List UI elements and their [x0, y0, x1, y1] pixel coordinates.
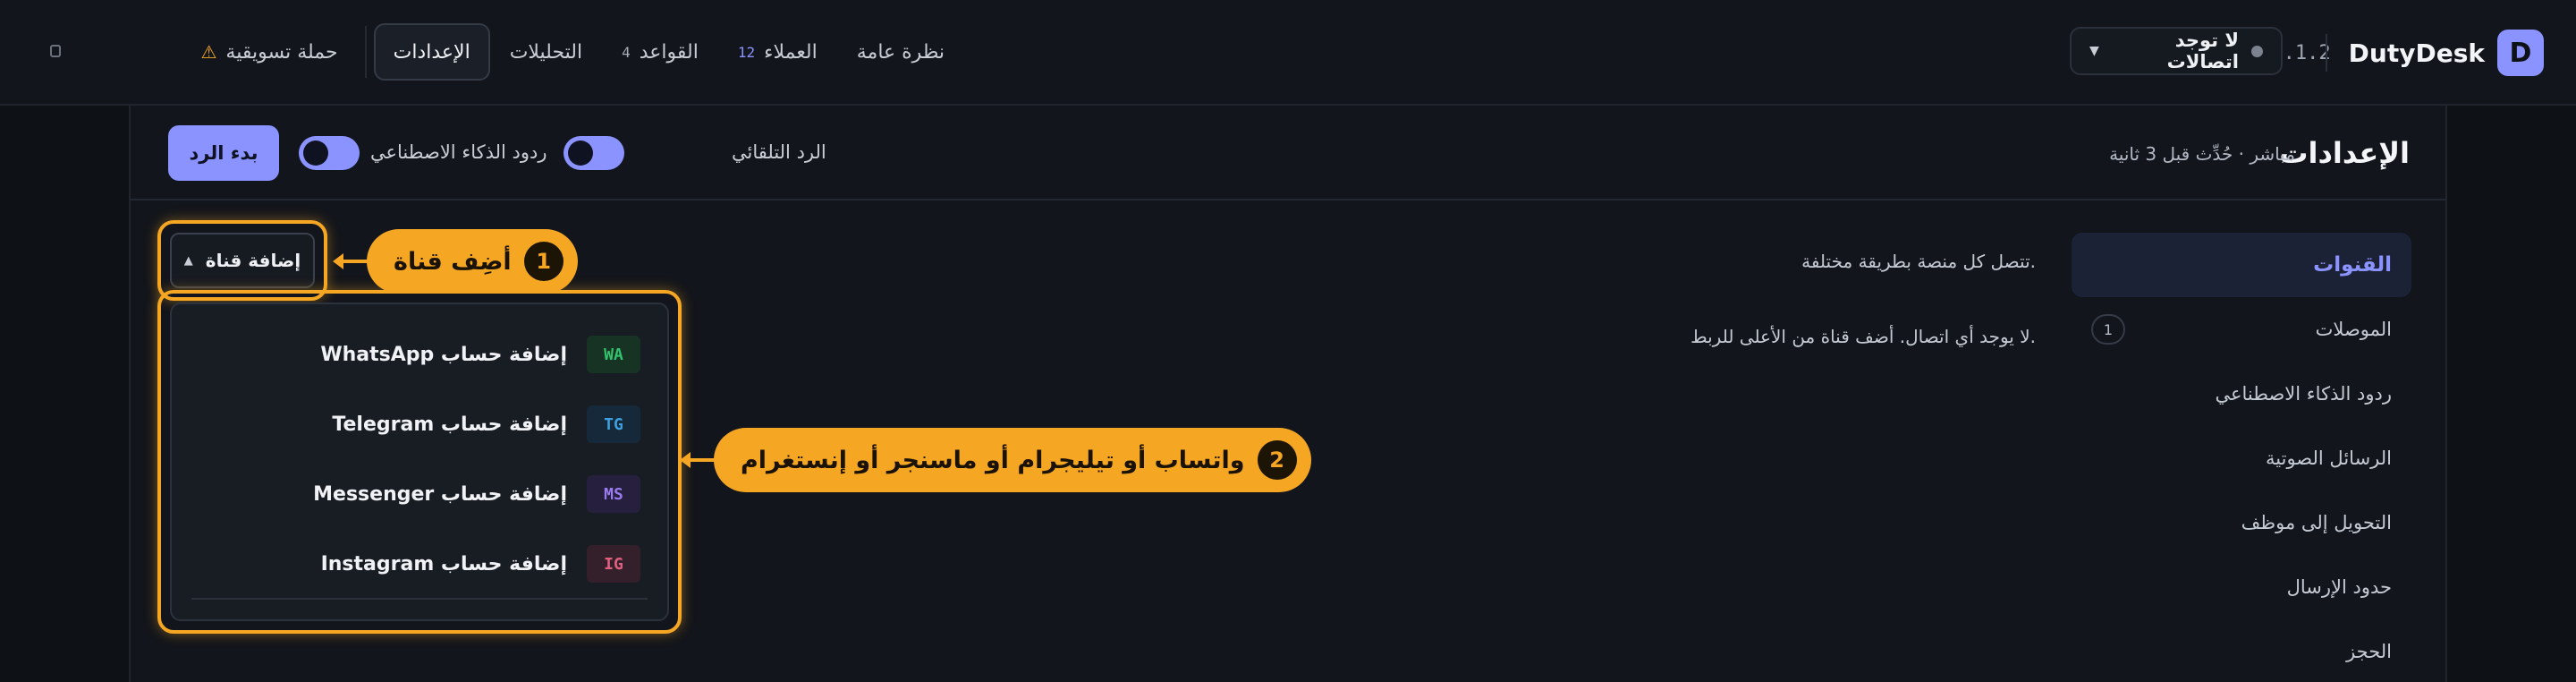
brand[interactable]: 0.1.2 DutyDesk D — [2271, 29, 2544, 77]
dropdown-highlight: WA إضافة حساب WhatsApp TG إضافة حساب Tel… — [157, 290, 682, 634]
menu-item-whatsapp[interactable]: WA إضافة حساب WhatsApp — [320, 333, 640, 376]
callout-text: أضِف قناة — [394, 247, 512, 276]
sidebar-item-ai-replies[interactable]: ردود الذكاء الاصطناعي — [2072, 362, 2411, 426]
menu-divider — [191, 598, 648, 600]
add-channel-highlight: إضافة قناة ▲ — [157, 220, 327, 301]
nav-overview[interactable]: نظرة عامة — [837, 23, 964, 81]
sidebar-item-handoff[interactable]: التحويل إلى موظف — [2072, 490, 2411, 555]
sidebar-toggle-icon[interactable] — [50, 45, 61, 57]
sidebar-item-label: الحجز — [2346, 641, 2392, 662]
warning-icon: ⚠ — [200, 41, 217, 63]
nav-overview-label: نظرة عامة — [856, 40, 945, 64]
nav-customers-label: العملاء — [764, 40, 818, 64]
auto-reply-toggle[interactable] — [564, 136, 624, 170]
settings-sidebar: القنوات الموصلات 1 ردود الذكاء الاصطناعي… — [2072, 233, 2411, 682]
toggle-knob — [568, 141, 593, 166]
callout-text: واتساب أو تيليجرام أو ماسنجر أو إنستغرام — [741, 446, 1245, 474]
settings-panel: الإعدادات مباشر · حُدِّث قبل 3 ثانية الر… — [129, 106, 2447, 682]
rules-count: 4 — [622, 43, 631, 61]
app-logo-icon: D — [2497, 30, 2544, 76]
start-reply-button[interactable]: بدء الرد — [168, 125, 279, 181]
sidebar-item-channels[interactable]: القنوات — [2072, 233, 2411, 297]
callout-add-channel: 1 أضِف قناة — [367, 229, 578, 294]
sidebar-item-label: ردود الذكاء الاصطناعي — [2215, 383, 2392, 405]
brand-divider — [2326, 34, 2327, 72]
nav-customers[interactable]: العملاء 12 — [718, 23, 837, 81]
page-title: الإعدادات — [2279, 136, 2410, 170]
connection-label: لا توجد اتصالات — [2166, 30, 2239, 72]
callout-arrow — [680, 452, 716, 468]
channels-description: تتصل كل منصة بطريقة مختلفة. — [1801, 251, 2036, 272]
callout-platforms: 2 واتساب أو تيليجرام أو ماسنجر أو إنستغر… — [714, 428, 1311, 492]
menu-item-telegram[interactable]: TG إضافة حساب Telegram — [332, 403, 640, 446]
empty-state-text: لا يوجد أي اتصال. أضف قناة من الأعلى للر… — [1690, 326, 2036, 347]
count-badge: 1 — [2091, 314, 2125, 345]
add-channel-menu: WA إضافة حساب WhatsApp TG إضافة حساب Tel… — [170, 303, 669, 621]
nav-settings-label: الإعدادات — [393, 40, 470, 64]
instagram-icon: IG — [587, 545, 640, 583]
sidebar-item-label: التحويل إلى موظف — [2241, 512, 2392, 533]
sidebar-item-booking[interactable]: الحجز — [2072, 619, 2411, 682]
callout-arrow — [333, 253, 369, 269]
nav-rules[interactable]: القواعد 4 — [602, 23, 718, 81]
messenger-icon: MS — [587, 475, 640, 513]
whatsapp-icon: WA — [587, 336, 640, 373]
menu-item-label: إضافة حساب WhatsApp — [320, 343, 567, 366]
auto-reply-label: الرد التلقائي — [732, 141, 826, 163]
app-window: 0.1.2 DutyDesk D لا توجد اتصالات ▼ نظرة … — [0, 0, 2576, 682]
nav-campaign-label: حملة تسويقية — [225, 40, 338, 64]
nav-analytics[interactable]: التحليلات — [490, 23, 602, 81]
menu-item-label: إضافة حساب Telegram — [332, 413, 567, 436]
sidebar-item-label: حدود الإرسال — [2286, 576, 2392, 598]
main-nav: نظرة عامة العملاء 12 القواعد 4 التحليلات… — [181, 23, 964, 81]
chevron-down-icon: ▼ — [2089, 44, 2099, 58]
nav-campaign[interactable]: حملة تسويقية ⚠ — [181, 23, 357, 81]
ai-reply-toggle[interactable] — [299, 136, 360, 170]
menu-item-messenger[interactable]: MS إضافة حساب Messenger — [313, 473, 640, 516]
add-channel-button[interactable]: إضافة قناة ▲ — [170, 233, 315, 288]
callout-number: 1 — [523, 242, 564, 281]
ai-reply-label: ردود الذكاء الاصطناعي — [370, 141, 547, 163]
status-dot-icon — [2251, 45, 2263, 57]
brand-name: DutyDesk — [2348, 38, 2485, 68]
sidebar-item-label: الموصلات — [2315, 319, 2392, 340]
menu-item-instagram[interactable]: IG إضافة حساب Instagram — [321, 542, 640, 585]
menu-item-label: إضافة حساب Instagram — [320, 552, 567, 575]
nav-rules-label: القواعد — [639, 40, 699, 64]
menu-item-label: إضافة حساب Messenger — [313, 482, 567, 506]
live-status: مباشر · حُدِّث قبل 3 ثانية — [2109, 143, 2295, 165]
nav-analytics-label: التحليلات — [509, 40, 583, 64]
nav-divider — [364, 26, 367, 78]
connection-selector[interactable]: لا توجد اتصالات ▼ — [2070, 27, 2283, 75]
sidebar-item-connectors[interactable]: الموصلات 1 — [2072, 297, 2411, 362]
customers-count: 12 — [737, 43, 756, 61]
sidebar-item-voice-messages[interactable]: الرسائل الصوتية — [2072, 426, 2411, 490]
nav-settings[interactable]: الإعدادات — [373, 23, 490, 81]
sidebar-item-label: القنوات — [2313, 253, 2392, 277]
telegram-icon: TG — [587, 405, 640, 443]
callout-number: 2 — [1257, 440, 1297, 480]
sidebar-item-label: الرسائل الصوتية — [2266, 448, 2392, 469]
chevron-up-icon: ▲ — [183, 253, 193, 268]
sidebar-item-send-limits[interactable]: حدود الإرسال — [2072, 555, 2411, 619]
top-navigation: 0.1.2 DutyDesk D لا توجد اتصالات ▼ نظرة … — [0, 0, 2576, 106]
settings-header: الإعدادات مباشر · حُدِّث قبل 3 ثانية الر… — [131, 106, 2445, 200]
add-channel-label: إضافة قناة — [205, 250, 301, 271]
toggle-knob — [303, 141, 328, 166]
